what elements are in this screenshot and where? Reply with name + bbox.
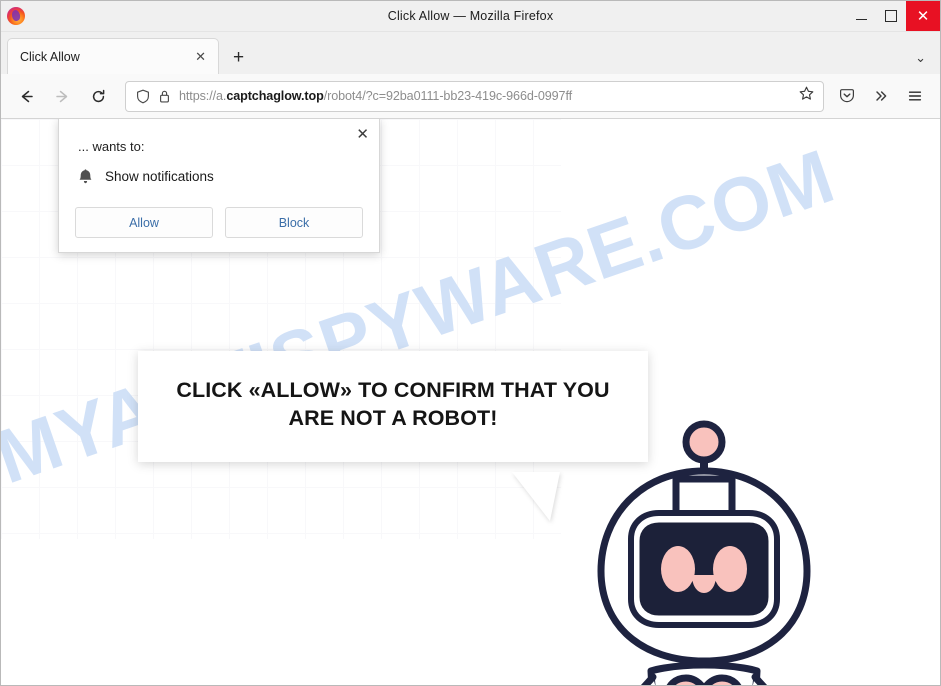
reload-icon <box>92 89 104 102</box>
tab-title: Click Allow <box>20 49 80 64</box>
forward-button[interactable] <box>47 81 77 111</box>
robot-right-cheek <box>713 546 747 592</box>
back-arrow-icon <box>21 90 33 102</box>
minimize-button[interactable] <box>846 1 876 31</box>
bell-icon <box>78 168 93 185</box>
double-chevron-icon <box>876 91 887 101</box>
navigation-toolbar: https://a.captchaglow.top/robot4/?c=92ba… <box>1 74 940 119</box>
pocket-icon <box>840 89 854 103</box>
hamburger-menu-icon <box>908 91 922 101</box>
popup-buttons: Allow Block <box>75 207 363 238</box>
toolbar-icons <box>832 81 930 111</box>
tab-strip: Click Allow ✕ + ⌄ <box>1 32 940 74</box>
bubble-line-1: CLICK «ALLOW» TO CONFIRM THAT YOU <box>176 378 610 402</box>
maximize-icon <box>885 10 897 22</box>
maximize-button[interactable] <box>876 1 906 31</box>
popup-permission-label: Show notifications <box>105 169 214 184</box>
title-bar: Click Allow — Mozilla Firefox ✕ <box>1 1 940 32</box>
shield-icon[interactable] <box>136 89 150 104</box>
tab-click-allow[interactable]: Click Allow ✕ <box>7 38 219 74</box>
minimize-icon <box>855 18 867 20</box>
tab-close-icon[interactable]: ✕ <box>191 50 210 63</box>
firefox-logo <box>7 7 25 25</box>
app-menu-button[interactable] <box>900 81 930 111</box>
url-bar[interactable]: https://a.captchaglow.top/robot4/?c=92ba… <box>125 80 824 112</box>
overflow-button[interactable] <box>866 81 896 111</box>
browser-window: Click Allow — Mozilla Firefox ✕ Click Al… <box>0 0 941 686</box>
bubble-message: CLICK «ALLOW» TO CONFIRM THAT YOU ARE NO… <box>168 377 618 432</box>
block-button[interactable]: Block <box>225 207 363 238</box>
star-icon[interactable] <box>798 85 815 107</box>
list-all-tabs-icon[interactable]: ⌄ <box>915 50 926 66</box>
reload-button[interactable] <box>83 81 113 111</box>
notification-permission-popup: ✕ ... wants to: Show notifications Allow… <box>58 119 380 253</box>
window-controls: ✕ <box>846 1 940 31</box>
popup-permission-row: Show notifications <box>78 168 363 185</box>
forward-arrow-icon <box>55 90 67 102</box>
new-tab-button[interactable]: + <box>233 48 244 67</box>
bubble-line-2: ARE NOT A ROBOT! <box>288 405 498 430</box>
back-button[interactable] <box>11 81 41 111</box>
page-content: MYANTISPYWARE.COM CLICK «ALLOW» TO CONFI… <box>1 119 940 685</box>
lock-icon[interactable] <box>158 89 171 104</box>
popup-host-text: ... wants to: <box>78 139 145 154</box>
url-path: /robot4/?c=92ba0111-bb23-419c-966d-0997f… <box>323 89 573 103</box>
url-prefix: https://a. <box>179 89 227 103</box>
url-domain: captchaglow.top <box>226 89 324 103</box>
close-icon: ✕ <box>916 7 930 25</box>
pocket-button[interactable] <box>832 81 862 111</box>
allow-button[interactable]: Allow <box>75 207 213 238</box>
speech-bubble: CLICK «ALLOW» TO CONFIRM THAT YOU ARE NO… <box>138 351 648 521</box>
speech-bubble-tail <box>512 472 560 521</box>
window-title: Click Allow — Mozilla Firefox <box>387 9 554 23</box>
robot-left-cheek <box>661 546 695 592</box>
close-window-button[interactable]: ✕ <box>906 1 940 31</box>
popup-close-icon[interactable]: ✕ <box>356 127 369 142</box>
url-text[interactable]: https://a.captchaglow.top/robot4/?c=92ba… <box>179 89 792 103</box>
